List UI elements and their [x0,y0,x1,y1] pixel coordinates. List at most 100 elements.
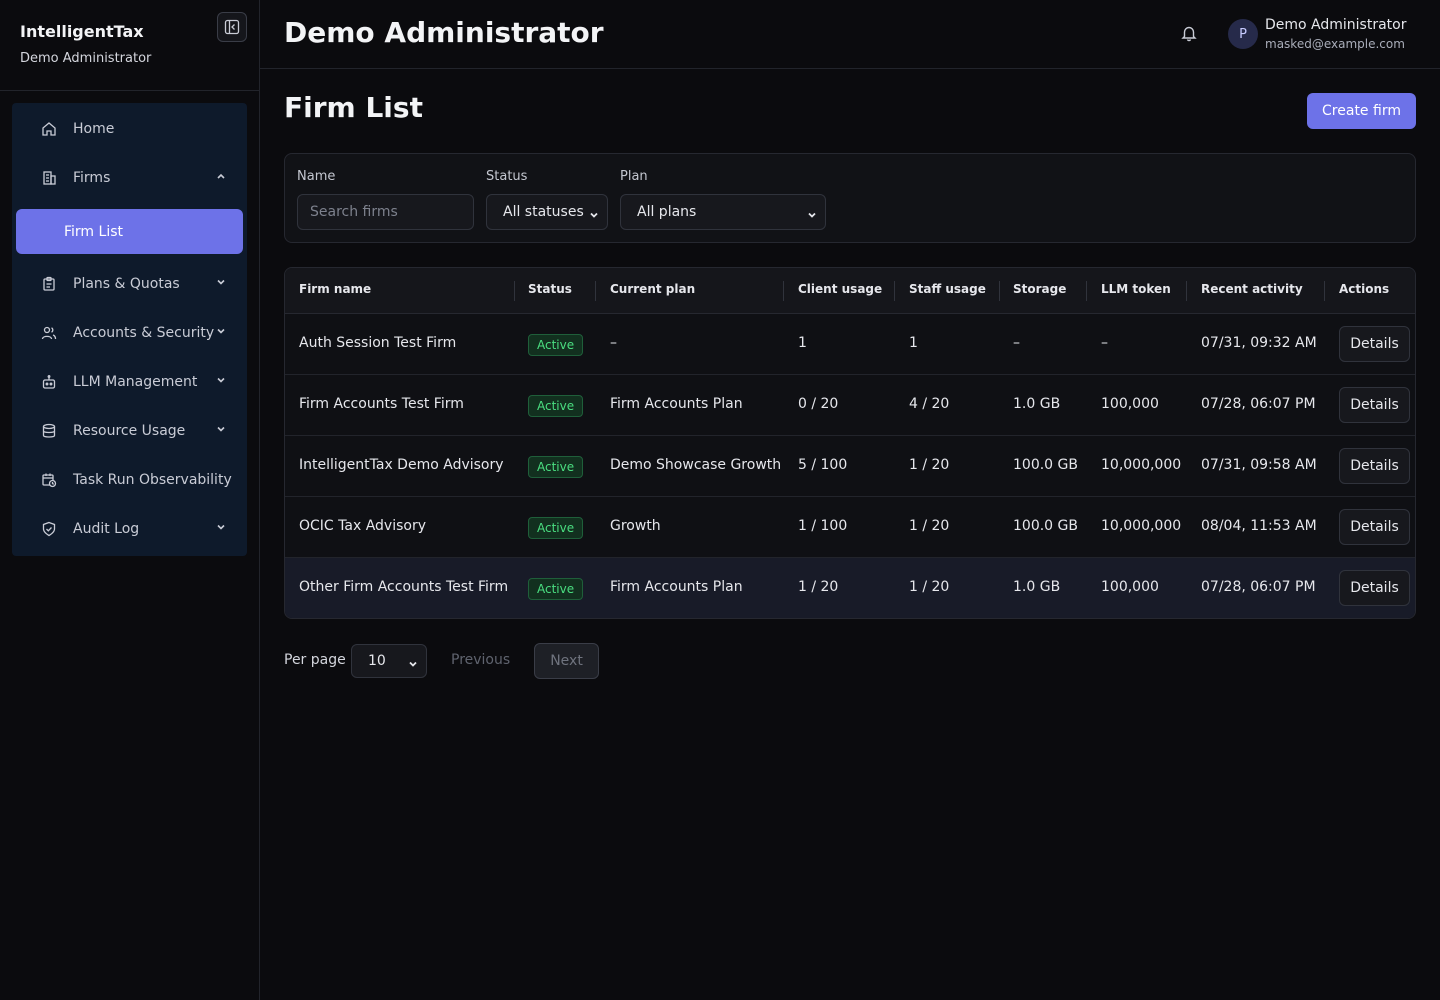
per-page-label: Per page [284,652,346,668]
sidebar-divider [0,90,259,91]
column-header-llm-token[interactable]: LLM token [1101,282,1171,296]
sidebar-item-accounts-security[interactable]: Accounts & Security [12,311,247,355]
sidebar-item-audit-log[interactable]: Audit Log [12,507,247,551]
bell-icon[interactable] [1180,24,1198,46]
sidebar-item-firms[interactable]: Firms [12,156,247,200]
table-row: Other Firm Accounts Test Firm Active Fir… [285,558,1415,618]
staff-usage: 1 / 20 [909,518,950,534]
details-button[interactable]: Details [1339,448,1410,484]
table-row: Auth Session Test Firm Active – 1 1 – – … [285,314,1415,375]
name-filter-label: Name [297,169,336,184]
next-page-button[interactable]: Next [534,643,599,679]
details-button[interactable]: Details [1339,326,1410,362]
avatar[interactable]: P [1228,19,1258,49]
current-plan: Growth [610,518,661,534]
firm-name: Other Firm Accounts Test Firm [299,579,509,595]
status-select-value: All statuses [503,204,584,220]
sidebar-item-label: Resource Usage [73,423,186,439]
sidebar: IntelligentTax Demo Administrator Home F… [0,0,260,1000]
column-header-recent-activity[interactable]: Recent activity [1201,282,1303,296]
status-badge: Active [528,456,584,478]
create-firm-button[interactable]: Create firm [1307,93,1416,129]
status-filter-label: Status [486,169,528,184]
recent-activity: 07/28, 06:07 PM [1201,396,1316,412]
sidebar-item-label: Plans & Quotas [73,276,180,292]
current-plan: Demo Showcase Growth [610,457,782,473]
sidebar-item-label: Firms [73,170,111,186]
column-header-actions: Actions [1339,282,1390,296]
llm-token: 10,000,000 [1101,518,1182,534]
staff-usage: 1 [909,335,918,351]
chevron-down-icon [408,657,418,673]
firm-name: OCIC Tax Advisory [299,518,426,534]
chevron-down-icon [215,423,227,439]
plan-select[interactable]: All plans [620,194,826,230]
sidebar-item-task-run-observability[interactable]: Task Run Observability [12,458,247,502]
storage: 100.0 GB [1013,457,1078,473]
column-header-status[interactable]: Status [528,282,572,296]
storage: 100.0 GB [1013,518,1078,534]
table-row: Firm Accounts Test Firm Active Firm Acco… [285,375,1415,436]
column-divider [514,281,515,301]
recent-activity: 08/04, 11:53 AM [1201,518,1317,534]
storage: 1.0 GB [1013,396,1061,412]
sidebar-item-firm-list[interactable]: Firm List [16,209,243,254]
column-header-staff-usage[interactable]: Staff usage [909,282,986,296]
calendar-clock-icon [40,471,58,489]
app-name: IntelligentTax [20,22,144,41]
per-page-value: 10 [368,653,386,669]
firm-name: Auth Session Test Firm [299,335,457,351]
search-placeholder: Search firms [310,204,398,220]
page-title: Firm List [284,91,423,124]
chevron-up-icon [215,170,227,186]
status-badge: Active [528,578,584,600]
brand: IntelligentTax Demo Administrator [20,22,151,66]
column-header-storage[interactable]: Storage [1013,282,1066,296]
panel-collapse-icon [224,19,240,35]
chevron-down-icon [215,374,227,390]
column-header-current-plan[interactable]: Current plan [610,282,695,296]
filter-panel: Name Search firms Status All statuses Pl… [284,153,1416,243]
current-plan: – [610,335,617,351]
current-plan: Firm Accounts Plan [610,579,743,595]
details-button[interactable]: Details [1339,509,1410,545]
user-name: Demo Administrator [1265,17,1407,33]
column-divider [595,281,596,301]
header-title: Demo Administrator [284,16,604,49]
staff-usage: 1 / 20 [909,579,950,595]
sidebar-collapse-button[interactable] [217,12,247,42]
sidebar-item-resource-usage[interactable]: Resource Usage [12,409,247,453]
database-icon [40,422,58,440]
column-header-firm-name[interactable]: Firm name [299,282,371,296]
llm-token: 10,000,000 [1101,457,1182,473]
table-row: IntelligentTax Demo Advisory Active Demo… [285,436,1415,497]
plan-filter-label: Plan [620,169,648,184]
sidebar-item-llm-management[interactable]: LLM Management [12,360,247,404]
sidebar-item-label: LLM Management [73,374,198,390]
home-icon [40,120,58,138]
storage: 1.0 GB [1013,579,1061,595]
chevron-down-icon [215,521,227,537]
user-email: masked@example.com [1265,37,1405,51]
shield-check-icon [40,520,58,538]
client-usage: 0 / 20 [798,396,839,412]
status-select[interactable]: All statuses [486,194,608,230]
llm-token: – [1101,335,1108,351]
llm-token: 100,000 [1101,396,1159,412]
details-button[interactable]: Details [1339,387,1410,423]
sidebar-item-home[interactable]: Home [12,107,247,151]
chevron-down-icon [215,325,227,341]
sidebar-item-plans-quotas[interactable]: Plans & Quotas [12,262,247,306]
chevron-down-icon [807,208,817,224]
previous-page-button[interactable]: Previous [451,652,510,668]
clipboard-icon [40,275,58,293]
sidebar-item-label: Task Run Observability [73,472,232,488]
client-usage: 1 [798,335,807,351]
recent-activity: 07/31, 09:58 AM [1201,457,1317,473]
details-button[interactable]: Details [1339,570,1410,606]
column-header-client-usage[interactable]: Client usage [798,282,882,296]
per-page-select[interactable]: 10 [351,644,427,678]
search-input[interactable]: Search firms [297,194,474,230]
chevron-down-icon [215,276,227,292]
column-divider [1324,281,1325,301]
